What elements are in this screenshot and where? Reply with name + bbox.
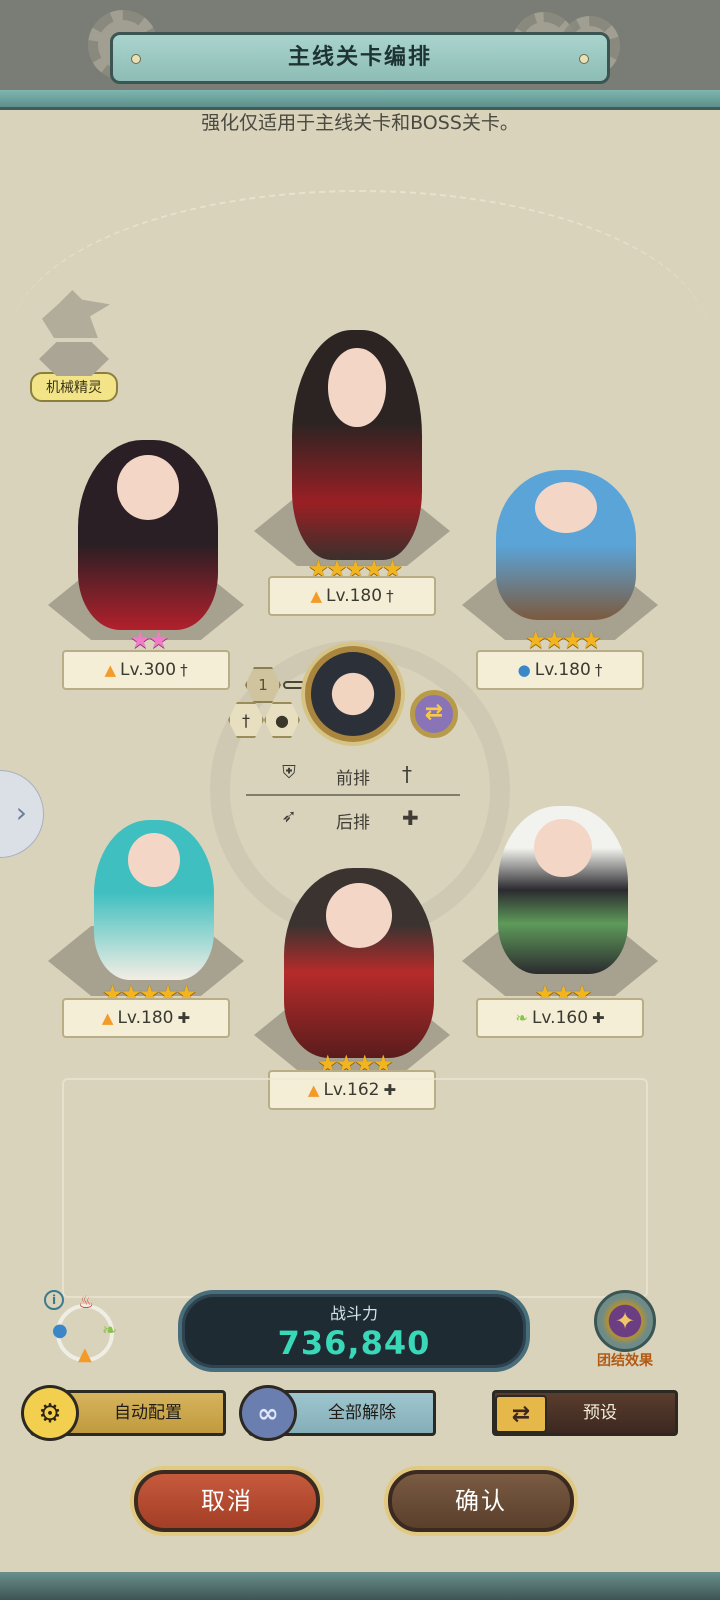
water-element-icon: ● [52,1320,68,1341]
hero-level-badge: ▲ Lv.180 † [268,576,436,616]
clear-all-button[interactable]: ∞ 全部解除 [239,1385,436,1441]
info-icon[interactable]: i [44,1290,64,1310]
water-icon: ● [517,661,531,679]
side-expand-tab[interactable]: › [0,770,44,858]
sword-icon: † [594,661,603,679]
chevron-right-icon: › [15,796,27,829]
hero-portrait [498,806,628,974]
enhance-notice: 强化仅适用于主线关卡和BOSS关卡。 [201,112,519,134]
hero-level-badge: ● Lv.180 † [476,650,644,690]
fire-icon: ▲ [310,587,322,605]
wind-element-icon: ❧ [102,1320,118,1341]
sword-icon: † [386,587,394,605]
clear-all-label: 全部解除 [328,1403,396,1423]
title-plate: 主线关卡编排 [110,32,610,84]
hero-level: Lv.300 [119,660,177,680]
combat-power-panel: 战斗力 736,840 [178,1290,530,1372]
hero-portrait [292,330,422,560]
plus-icon: ✚ [402,806,419,830]
background-panel [62,1078,648,1298]
hero-portrait [496,470,636,620]
mech-spirit-silhouette [42,290,110,338]
hero-slot-front-center[interactable]: ★★★★★ ▲ Lv.180 † [254,310,454,620]
gear-icon: ⚙ [21,1385,79,1441]
plus-icon: ✚ [592,1009,605,1027]
chain-icon [283,681,307,689]
hero-portrait [78,440,218,630]
hero-slot-back-left[interactable]: ★★★★★ ▲ Lv.180 ✚ [48,820,248,1042]
earth-element-icon: ▲ [78,1344,92,1365]
sword-icon: † [180,661,188,679]
frame-bottom [0,1572,720,1600]
frame-top [0,90,720,110]
swap-arrows-icon: ⇄ [495,1395,547,1433]
hero-slot-front-left[interactable]: ★★ ▲ Lv.300 † [48,430,248,692]
shield-icon: ⛨ [282,762,296,783]
swap-icon[interactable]: ⇄ [410,690,458,738]
hero-slot-front-right[interactable]: ★★★★ ● Lv.180 † [462,470,662,692]
fire-icon: ▲ [101,1009,114,1027]
hero-slot-back-right[interactable]: ★★★ ❧ Lv.160 ✚ [462,806,662,1042]
confirm-button[interactable]: 确认 [388,1470,574,1532]
sword-icon: † [402,762,412,786]
hero-level-badge: ❧ Lv.160 ✚ [476,998,644,1038]
handshake-icon: ✦ [594,1290,656,1352]
row-divider [246,794,460,796]
hero-level: Lv.180 [534,660,591,680]
wind-icon: ❧ [515,1009,528,1027]
back-row-text: 后排 [336,813,370,833]
front-row-text: 前排 [336,769,370,789]
back-row-label: ➶ 后排 ✚ [276,806,436,836]
formation-screen: 主线关卡编排 强化仅适用于主线关卡和BOSS关卡。 机械精灵 ★★ ▲ Lv.30… [0,0,720,1600]
auto-config-button[interactable]: ⚙ 自动配置 [21,1385,226,1441]
hero-level-badge: ▲ Lv.300 † [62,650,230,690]
combat-power-label: 战斗力 [329,1304,378,1323]
fire-icon: ▲ [104,661,116,679]
auto-config-label: 自动配置 [114,1403,182,1423]
front-row-label: ⛨ 前排 † [276,762,436,792]
page-title: 主线关卡编排 [287,45,432,70]
team-effect-label: 团结效果 [597,1353,653,1369]
preset-button[interactable]: ⇄ 预设 [492,1390,678,1436]
preset-label: 预设 [583,1403,617,1423]
hero-level: Lv.180 [117,1008,174,1028]
hero-level: Lv.180 [325,586,383,606]
hero-level: Lv.160 [531,1008,589,1028]
team-effect-button[interactable]: ✦ 团结效果 [590,1290,660,1370]
hero-slot-back-center[interactable]: ★★★★ ▲ Lv.162 ✚ [254,868,454,1112]
element-ring[interactable]: i ♨ ● ❧ ▲ [40,1290,124,1374]
bolt-icon [579,54,589,64]
hero-portrait [94,820,214,980]
mech-spirit-label: 机械精灵 [30,372,118,402]
leader-avatar[interactable] [305,646,401,742]
bow-icon: ➶ [281,806,297,827]
mech-spirit-pedestal [39,342,109,376]
plus-icon: ✚ [177,1009,191,1027]
bolt-icon [131,54,141,64]
hero-level-badge: ▲ Lv.180 ✚ [62,998,230,1038]
combat-power-value: 736,840 [277,1324,431,1362]
unlink-icon: ∞ [239,1385,297,1441]
fire-element-icon: ♨ [78,1292,95,1313]
mech-spirit-slot[interactable]: 机械精灵 [22,290,126,402]
hero-portrait [284,868,434,1058]
cancel-button[interactable]: 取消 [134,1470,320,1532]
